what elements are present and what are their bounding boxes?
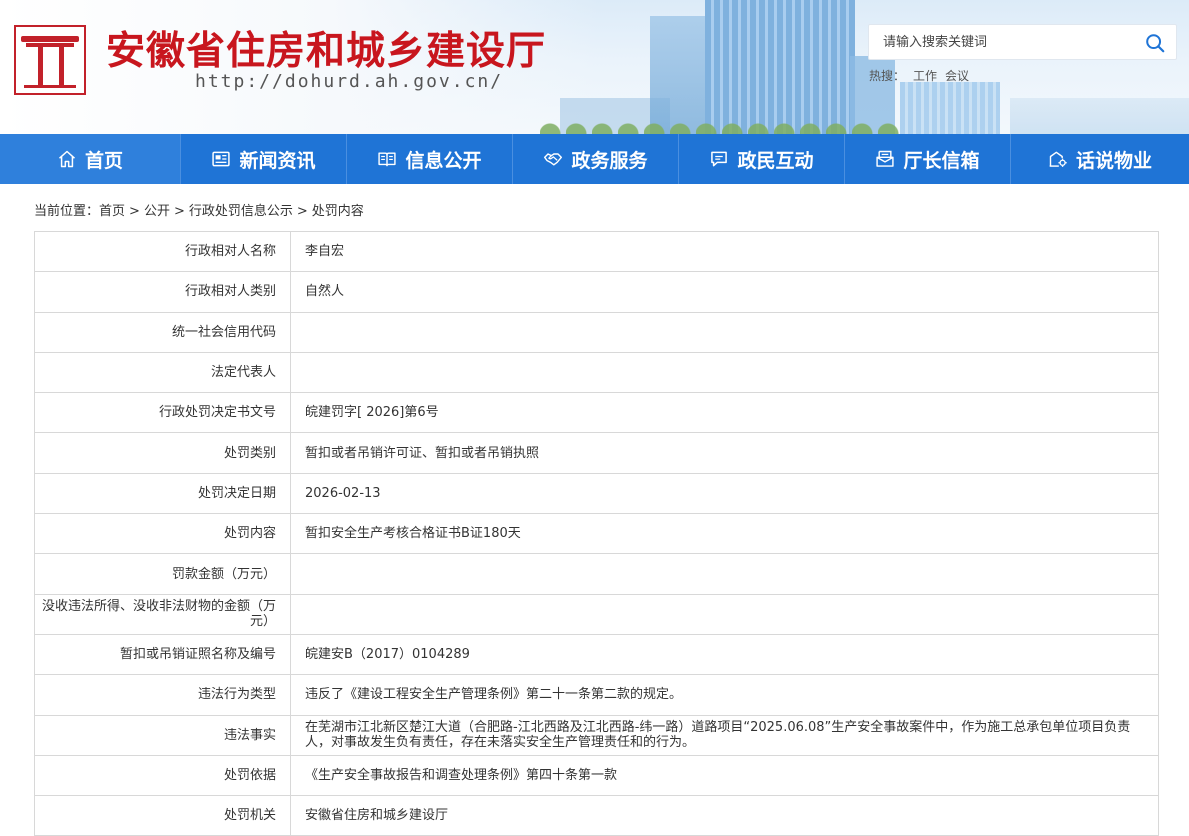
news-icon — [212, 151, 231, 167]
breadcrumb-separator: > — [296, 204, 308, 219]
table-row: 行政相对人类别 自然人 — [34, 271, 1159, 313]
table-row: 违法事实 在芜湖市江北新区楚江大道（合肥路-江北西路及江北西路-纬一路）道路项目… — [34, 714, 1159, 756]
search-icon[interactable] — [1144, 32, 1166, 54]
row-value: 暂扣或者吊销许可证、暂扣或者吊销执照 — [290, 432, 1159, 474]
table-row: 处罚决定日期 2026-02-13 — [34, 472, 1159, 515]
row-label: 处罚机关 — [34, 795, 291, 836]
main-nav: 首页 新闻资讯 信息公开 政务服务 政民互动 厅长信箱 话说物业 — [0, 134, 1189, 184]
nav-item-home[interactable]: 首页 — [0, 134, 181, 184]
row-label: 处罚类别 — [34, 432, 291, 474]
header-building-image — [900, 82, 1000, 134]
nav-item-label: 政民互动 — [737, 149, 814, 172]
table-row: 行政相对人名称 李自宏 — [34, 230, 1159, 273]
row-label: 处罚决定日期 — [34, 472, 291, 515]
table-row: 统一社会信用代码 — [34, 311, 1159, 353]
nav-item-label: 厅长信箱 — [903, 149, 980, 172]
hot-search-label: 热搜： — [869, 69, 906, 83]
site-header: 安徽省住房和城乡建设厅 http://dohurd.ah.gov.cn/ 热搜：… — [0, 0, 1189, 134]
mailbox-icon — [876, 150, 895, 167]
row-label: 行政相对人类别 — [34, 271, 291, 313]
row-value: 李自宏 — [290, 230, 1159, 273]
table-row: 法定代表人 — [34, 351, 1159, 394]
search-input[interactable] — [869, 25, 1129, 59]
row-value — [290, 311, 1159, 353]
nav-item-label: 信息公开 — [405, 149, 482, 172]
nav-item-label: 新闻资讯 — [239, 149, 316, 172]
row-value — [290, 593, 1159, 635]
nav-item-property[interactable]: 话说物业 — [1011, 134, 1189, 184]
row-value: 皖建罚字[ 2026]第6号 — [290, 392, 1159, 434]
table-row: 处罚依据 《生产安全事故报告和调查处理条例》第四十条第一款 — [34, 754, 1159, 797]
breadcrumb-prefix: 当前位置： — [34, 204, 100, 219]
site-url: http://dohurd.ah.gov.cn/ — [195, 71, 504, 92]
table-row: 处罚机关 安徽省住房和城乡建设厅 — [34, 795, 1159, 836]
penalty-detail-table: 行政相对人名称 李自宏 行政相对人类别 自然人 统一社会信用代码 法定代表人 行… — [34, 230, 1159, 836]
book-icon — [378, 152, 397, 167]
home-icon — [58, 150, 75, 168]
breadcrumb-link[interactable]: 行政处罚信息公示 — [189, 204, 293, 219]
header-building-image — [1010, 98, 1189, 134]
table-row: 处罚类别 暂扣或者吊销许可证、暂扣或者吊销执照 — [34, 432, 1159, 474]
row-value: 在芜湖市江北新区楚江大道（合肥路-江北西路及江北西路-纬一路）道路项目“2025… — [290, 714, 1159, 756]
hot-search: 热搜： 工作 会议 — [869, 67, 969, 84]
row-label: 违法行为类型 — [34, 674, 291, 716]
row-value: 2026-02-13 — [290, 472, 1159, 515]
nav-item-label: 政务服务 — [571, 149, 648, 172]
row-label: 法定代表人 — [34, 351, 291, 394]
site-title[interactable]: 安徽省住房和城乡建设厅 — [106, 20, 546, 76]
chat-icon — [711, 151, 728, 167]
row-label: 处罚内容 — [34, 513, 291, 555]
row-value — [290, 351, 1159, 394]
breadcrumb-link[interactable]: 首页 — [99, 204, 125, 219]
search-box — [868, 24, 1177, 60]
row-value — [290, 553, 1159, 595]
breadcrumb-separator: > — [129, 204, 140, 219]
table-row: 违法行为类型 违反了《建设工程安全生产管理条例》第二十一条第二款的规定。 — [34, 674, 1159, 716]
breadcrumb: 当前位置：首页 > 公开 > 行政处罚信息公示 > 处罚内容 — [34, 200, 364, 219]
nav-item-info[interactable]: 信息公开 — [347, 134, 513, 184]
header-building-image — [650, 16, 710, 134]
row-value: 暂扣安全生产考核合格证书B证180天 — [290, 513, 1159, 555]
row-value: 《生产安全事故报告和调查处理条例》第四十条第一款 — [290, 754, 1159, 797]
row-label: 处罚依据 — [34, 754, 291, 797]
nav-item-label: 首页 — [84, 149, 123, 172]
row-label: 统一社会信用代码 — [34, 311, 291, 353]
building-gear-icon — [1049, 151, 1067, 167]
row-value: 安徽省住房和城乡建设厅 — [290, 795, 1159, 836]
table-row: 行政处罚决定书文号 皖建罚字[ 2026]第6号 — [34, 392, 1159, 434]
row-value: 违反了《建设工程安全生产管理条例》第二十一条第二款的规定。 — [290, 674, 1159, 716]
table-row: 暂扣或吊销证照名称及编号 皖建安B（2017）0104289 — [34, 633, 1159, 676]
header-building-image — [705, 0, 855, 134]
row-label: 行政相对人名称 — [34, 230, 291, 273]
breadcrumb-current: 处罚内容 — [311, 204, 364, 219]
row-label: 违法事实 — [34, 714, 291, 756]
nav-item-service[interactable]: 政务服务 — [513, 134, 679, 184]
row-label: 没收违法所得、没收非法财物的金额（万元） — [34, 593, 291, 635]
nav-item-mailbox[interactable]: 厅长信箱 — [845, 134, 1011, 184]
nav-item-label: 话说物业 — [1075, 149, 1152, 172]
row-label: 罚款金额（万元） — [34, 553, 291, 595]
row-label: 行政处罚决定书文号 — [34, 392, 291, 434]
hot-search-link[interactable]: 会议 — [945, 69, 969, 83]
site-logo[interactable] — [14, 25, 86, 95]
nav-item-news[interactable]: 新闻资讯 — [181, 134, 347, 184]
hot-search-link[interactable]: 工作 — [913, 69, 937, 83]
row-label: 暂扣或吊销证照名称及编号 — [34, 633, 291, 676]
row-value: 自然人 — [290, 271, 1159, 313]
breadcrumb-separator: > — [173, 204, 185, 219]
row-value: 皖建安B（2017）0104289 — [290, 633, 1159, 676]
nav-item-interaction[interactable]: 政民互动 — [679, 134, 845, 184]
handshake-icon — [544, 153, 563, 166]
breadcrumb-link[interactable]: 公开 — [144, 204, 170, 219]
table-row: 处罚内容 暂扣安全生产考核合格证书B证180天 — [34, 513, 1159, 555]
header-trees-image — [540, 118, 900, 134]
table-row: 罚款金额（万元） — [34, 553, 1159, 595]
table-row: 没收违法所得、没收非法财物的金额（万元） — [34, 593, 1159, 635]
